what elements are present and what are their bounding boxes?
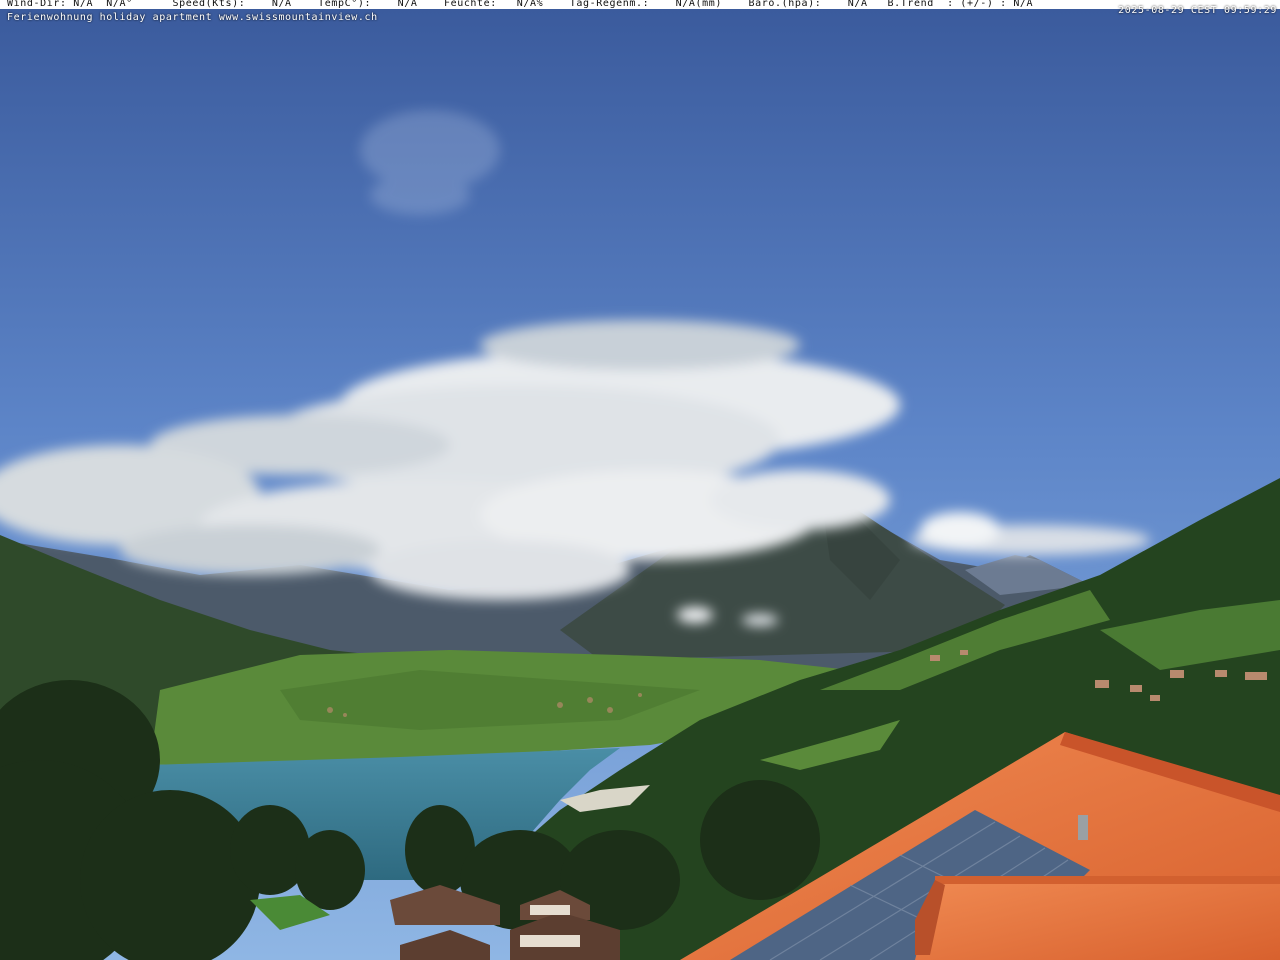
webcam-caption: Ferienwohnung holiday apartment www.swis… [7,12,378,23]
webcam-landscape-image [0,0,1280,960]
timestamp-label: 2025-08-29 CEST 09:59:29 [1118,5,1277,16]
weather-readout: Wind-Dir: N/A N/A° Speed(Kts): N/A TempC… [7,0,1034,9]
